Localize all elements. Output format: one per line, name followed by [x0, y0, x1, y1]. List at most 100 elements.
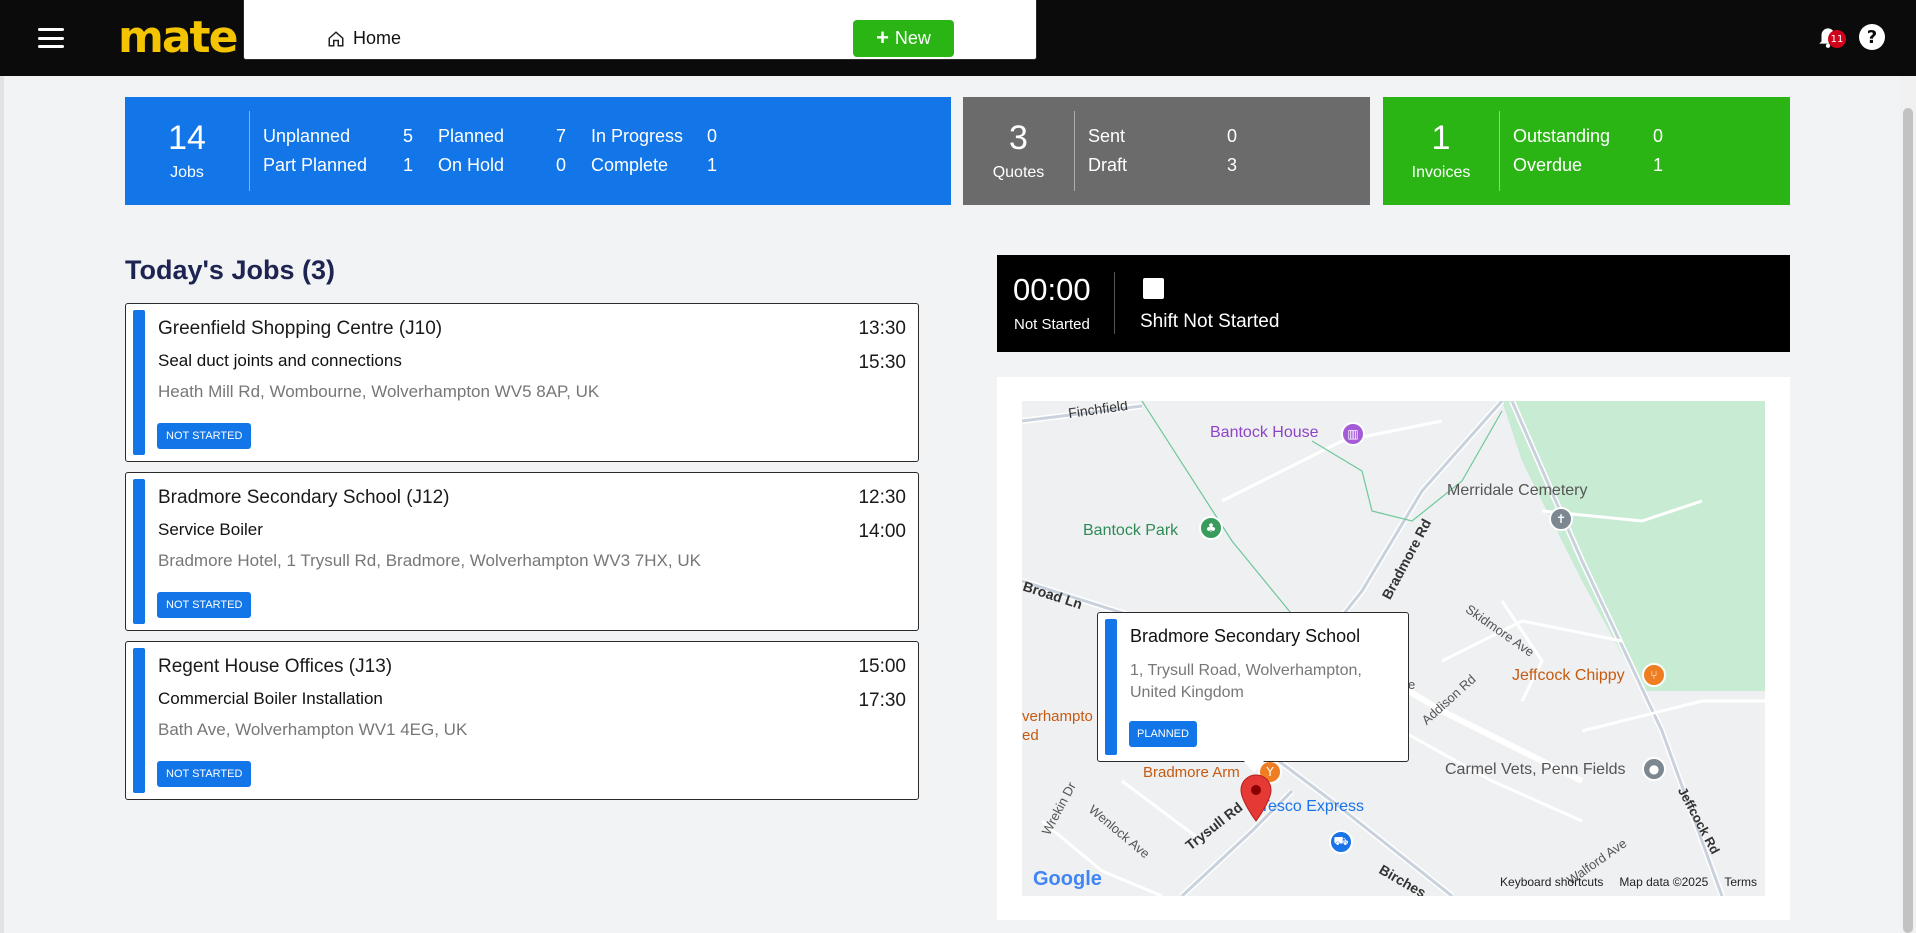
- invoices-count: 1: [1431, 119, 1451, 158]
- job-accent-bar: [133, 648, 145, 793]
- invoices-summary-card[interactable]: 1 Invoices Outstanding 0 Overdue 1: [1383, 97, 1790, 205]
- stat-value: 3: [1227, 155, 1238, 175]
- stat-value: 1: [403, 155, 414, 175]
- nav-home[interactable]: Home: [317, 20, 412, 57]
- map[interactable]: Finchfield Bantock House ▥ Merridale Cem…: [1022, 401, 1765, 896]
- job-accent-bar: [133, 479, 145, 624]
- terms-link[interactable]: Terms: [1724, 875, 1757, 889]
- stat-outstanding[interactable]: Outstanding 0: [1513, 122, 1663, 151]
- notifications-bell-icon[interactable]: 11: [1815, 22, 1846, 52]
- popup-status-badge: PLANNED: [1129, 721, 1197, 747]
- main-nav: Home Quotes Jobs Planner Invoices: [317, 20, 843, 57]
- map-label-bantock-park: Bantock Park: [1083, 522, 1179, 539]
- job-task: Commercial Boiler Installation: [158, 689, 383, 708]
- stat-in-progress[interactable]: In Progress 0: [591, 122, 742, 151]
- map-label-wolverhampton-partial: verhampto: [1022, 708, 1093, 725]
- nav-planner-label: Planner: [653, 28, 716, 48]
- stat-overdue[interactable]: Overdue 1: [1513, 151, 1663, 180]
- jobs-total: 14 Jobs: [125, 119, 249, 181]
- job-task: Service Boiler: [158, 520, 263, 539]
- shopping-cart-icon[interactable]: ⛟: [1329, 830, 1353, 854]
- quotes-summary-card[interactable]: 3 Quotes Sent 0 Draft 3: [963, 97, 1370, 205]
- park-icon[interactable]: ♣: [1199, 516, 1223, 540]
- shift-panel: 00:00 Not Started Shift Not Started: [997, 255, 1790, 352]
- cemetery-icon[interactable]: ✝: [1549, 507, 1573, 531]
- nav-planner[interactable]: Planner: [617, 20, 725, 57]
- stat-label: In Progress: [591, 126, 684, 146]
- museum-icon[interactable]: ▥: [1341, 422, 1365, 446]
- quotes-stats: Sent 0 Draft 3: [1075, 122, 1237, 180]
- invoices-stats: Outstanding 0 Overdue 1: [1500, 122, 1663, 180]
- job-address: Bath Ave, Wolverhampton WV1 4EG, UK: [158, 720, 468, 739]
- plus-icon: +: [876, 24, 889, 50]
- jobs-stats: Unplanned 5 Part Planned 1 Planned 7 On Hol…: [250, 122, 742, 180]
- shift-divider: [1114, 272, 1115, 334]
- job-status-badge: NOT STARTED: [157, 592, 252, 618]
- job-card[interactable]: Greenfield Shopping Centre (J10) Seal du…: [125, 303, 919, 462]
- jobmate-logo[interactable]: jobmate: [118, 0, 1037, 63]
- google-logo: Google: [1033, 868, 1102, 891]
- stat-draft[interactable]: Draft 3: [1088, 151, 1237, 180]
- nav-invoices[interactable]: Invoices: [731, 20, 843, 57]
- help-icon[interactable]: ?: [1859, 24, 1885, 50]
- job-end-time: 14:00: [858, 521, 906, 542]
- job-card[interactable]: Regent House Offices (J13) Commercial Bo…: [125, 641, 919, 800]
- jobs-count: 14: [168, 119, 206, 158]
- stop-icon[interactable]: [1143, 278, 1164, 299]
- logo-part2: mate: [118, 12, 238, 63]
- stat-label: Unplanned: [263, 126, 351, 146]
- map-attribution: Keyboard shortcuts Map data ©2025 Terms: [1500, 875, 1757, 889]
- job-title: Greenfield Shopping Centre (J10): [158, 318, 443, 339]
- menu-icon[interactable]: [38, 28, 64, 48]
- new-button[interactable]: + New: [853, 20, 954, 57]
- stat-sent[interactable]: Sent 0: [1088, 122, 1237, 151]
- quotes-total: 3 Quotes: [963, 119, 1074, 181]
- job-end-time: 15:30: [858, 352, 906, 373]
- nav-quotes-label: Quotes: [453, 28, 512, 48]
- map-pin-icon[interactable]: [1239, 774, 1273, 822]
- job-start-time: 13:30: [858, 318, 906, 339]
- quotes-icon: [428, 31, 444, 46]
- vet-icon[interactable]: ●: [1642, 757, 1666, 781]
- map-label-carmel-vets: Carmel Vets, Penn Fields: [1445, 761, 1626, 778]
- keyboard-shortcuts-link[interactable]: Keyboard shortcuts: [1500, 875, 1603, 889]
- jobs-icon: [538, 31, 554, 46]
- job-start-time: 15:00: [858, 656, 906, 677]
- nav-jobs[interactable]: Jobs: [527, 20, 611, 57]
- scrollbar-thumb[interactable]: [1903, 108, 1913, 933]
- invoice-icon: [744, 31, 757, 46]
- nav-home-label: Home: [353, 28, 402, 48]
- stat-complete[interactable]: Complete 1: [591, 151, 742, 180]
- stat-on-hold[interactable]: On Hold 0: [438, 151, 591, 180]
- popup-address: 1, Trysull Road, Wolverhampton, United K…: [1130, 662, 1362, 701]
- map-label-bradmore-arms: Bradmore Arm: [1143, 764, 1240, 781]
- left-edge: [0, 76, 4, 933]
- shift-timer: 00:00: [1013, 272, 1091, 307]
- stat-value: 5: [403, 126, 414, 146]
- stat-planned[interactable]: Planned 7: [438, 122, 591, 151]
- stat-label: Draft: [1088, 155, 1128, 175]
- nav-quotes[interactable]: Quotes: [417, 20, 521, 57]
- job-title: Bradmore Secondary School (J12): [158, 487, 450, 508]
- jobs-summary-card[interactable]: 14 Jobs Unplanned 5 Part Planned 1 Planned…: [125, 97, 951, 205]
- job-start-time: 12:30: [858, 487, 906, 508]
- stat-value: 7: [556, 126, 567, 146]
- todays-jobs-heading: Today's Jobs (3): [125, 255, 335, 285]
- stat-label: Part Planned: [263, 155, 368, 175]
- shift-status-label: Shift Not Started: [1140, 311, 1280, 332]
- restaurant-icon[interactable]: ⑂: [1642, 663, 1666, 687]
- stat-value: 1: [1653, 155, 1664, 175]
- stat-part-planned[interactable]: Part Planned 1: [263, 151, 438, 180]
- map-label-stub: e: [1408, 677, 1416, 692]
- nav-jobs-label: Jobs: [563, 28, 602, 48]
- stat-unplanned[interactable]: Unplanned 5: [263, 122, 438, 151]
- stat-value: 1: [707, 155, 718, 175]
- shift-state: Not Started: [1014, 316, 1090, 333]
- jobs-count-label: Jobs: [170, 163, 204, 181]
- job-address: Bradmore Hotel, 1 Trysull Rd, Bradmore, …: [158, 551, 701, 570]
- map-info-popup[interactable]: Bradmore Secondary School 1, Trysull Roa…: [1097, 612, 1409, 762]
- job-card[interactable]: Bradmore Secondary School (J12) Service …: [125, 472, 919, 631]
- stat-value: 0: [707, 126, 718, 146]
- new-button-label: New: [894, 28, 931, 48]
- job-status-badge: NOT STARTED: [157, 423, 252, 449]
